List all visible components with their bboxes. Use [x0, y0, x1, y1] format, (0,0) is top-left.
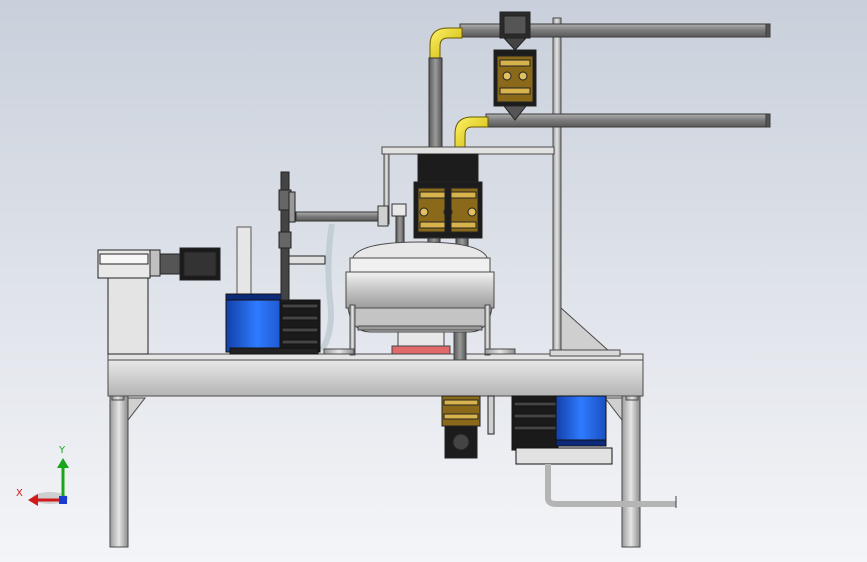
pipe-lower	[485, 113, 771, 128]
valve-central	[413, 153, 483, 239]
table-leg-right	[621, 394, 641, 548]
tabletop	[107, 359, 644, 397]
assembly-drawing: Y X	[0, 0, 867, 562]
z-axis-icon	[59, 496, 67, 504]
x-axis-label: X	[16, 488, 23, 499]
pipe-vertical-left	[428, 57, 443, 159]
y-axis-label: Y	[58, 445, 66, 456]
table-leg-left	[109, 394, 129, 548]
pump-blue-left	[225, 293, 321, 355]
cad-viewport[interactable]: Y X	[0, 0, 867, 562]
valve-upper	[493, 11, 537, 121]
pump-blue-lower	[511, 395, 613, 465]
tank	[345, 241, 495, 333]
